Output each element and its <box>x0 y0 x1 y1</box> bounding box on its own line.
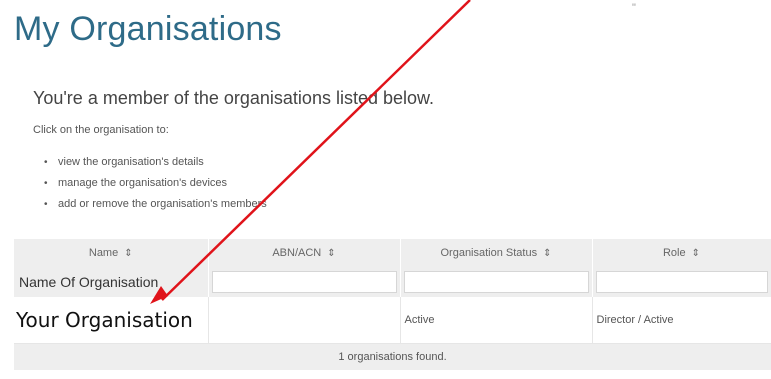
organisation-name-cell[interactable]: Your Organisation <box>14 297 209 344</box>
abn-filter-input[interactable] <box>211 271 397 293</box>
intro-text: You're a member of the organisations lis… <box>33 88 435 108</box>
status-cell: Active <box>400 297 593 344</box>
corner-mark: " <box>632 2 636 14</box>
filter-row: Name Of Organisation <box>14 267 771 297</box>
column-header-role[interactable]: Role ⇕ <box>592 239 771 267</box>
role-cell: Director / Active <box>592 297 771 344</box>
bullet-icon: • <box>44 157 48 168</box>
table-row[interactable]: Your Organisation Active Director / Acti… <box>14 297 771 344</box>
results-count: 1 organisations found. <box>14 343 771 370</box>
table-header-row: Name ⇕ ABN/ACN ⇕ Organisation Status ⇕ Role… <box>14 239 771 267</box>
role-filter-input[interactable] <box>595 271 768 293</box>
abn-cell <box>208 297 401 344</box>
bullet-icon: • <box>44 199 48 210</box>
sort-icon: ⇕ <box>327 248 336 259</box>
organisations-table: Name ⇕ ABN/ACN ⇕ Organisation Status ⇕ Role… <box>14 239 771 370</box>
column-header-abn[interactable]: ABN/ACN ⇕ <box>208 239 401 267</box>
name-filter-label: Name Of Organisation <box>19 274 159 290</box>
column-header-status[interactable]: Organisation Status ⇕ <box>400 239 593 267</box>
filter-cell-abn <box>208 267 401 297</box>
column-header-name[interactable]: Name ⇕ <box>14 239 209 267</box>
instructions-text: Click on the organisation to: <box>33 124 169 136</box>
table-footer-row: 1 organisations found. <box>14 343 771 370</box>
list-item: • add or remove the organisation's member… <box>44 194 267 215</box>
my-organisations-page: My Organisations " You're a member of th… <box>0 0 771 379</box>
status-filter-input[interactable] <box>403 271 589 293</box>
sort-icon: ⇕ <box>543 248 552 259</box>
organisations-table-wrapper: Name ⇕ ABN/ACN ⇕ Organisation Status ⇕ Role… <box>14 239 771 370</box>
page-title: My Organisations <box>14 10 282 48</box>
sort-icon: ⇕ <box>124 248 133 259</box>
filter-cell-name: Name Of Organisation <box>14 267 209 297</box>
sort-icon: ⇕ <box>691 248 700 259</box>
instructions-list: • view the organisation's details • manage… <box>44 152 267 215</box>
list-item: • manage the organisation's devices <box>44 173 267 194</box>
list-item: • view the organisation's details <box>44 152 267 173</box>
filter-cell-status <box>400 267 593 297</box>
filter-cell-role <box>592 267 771 297</box>
bullet-icon: • <box>44 178 48 189</box>
